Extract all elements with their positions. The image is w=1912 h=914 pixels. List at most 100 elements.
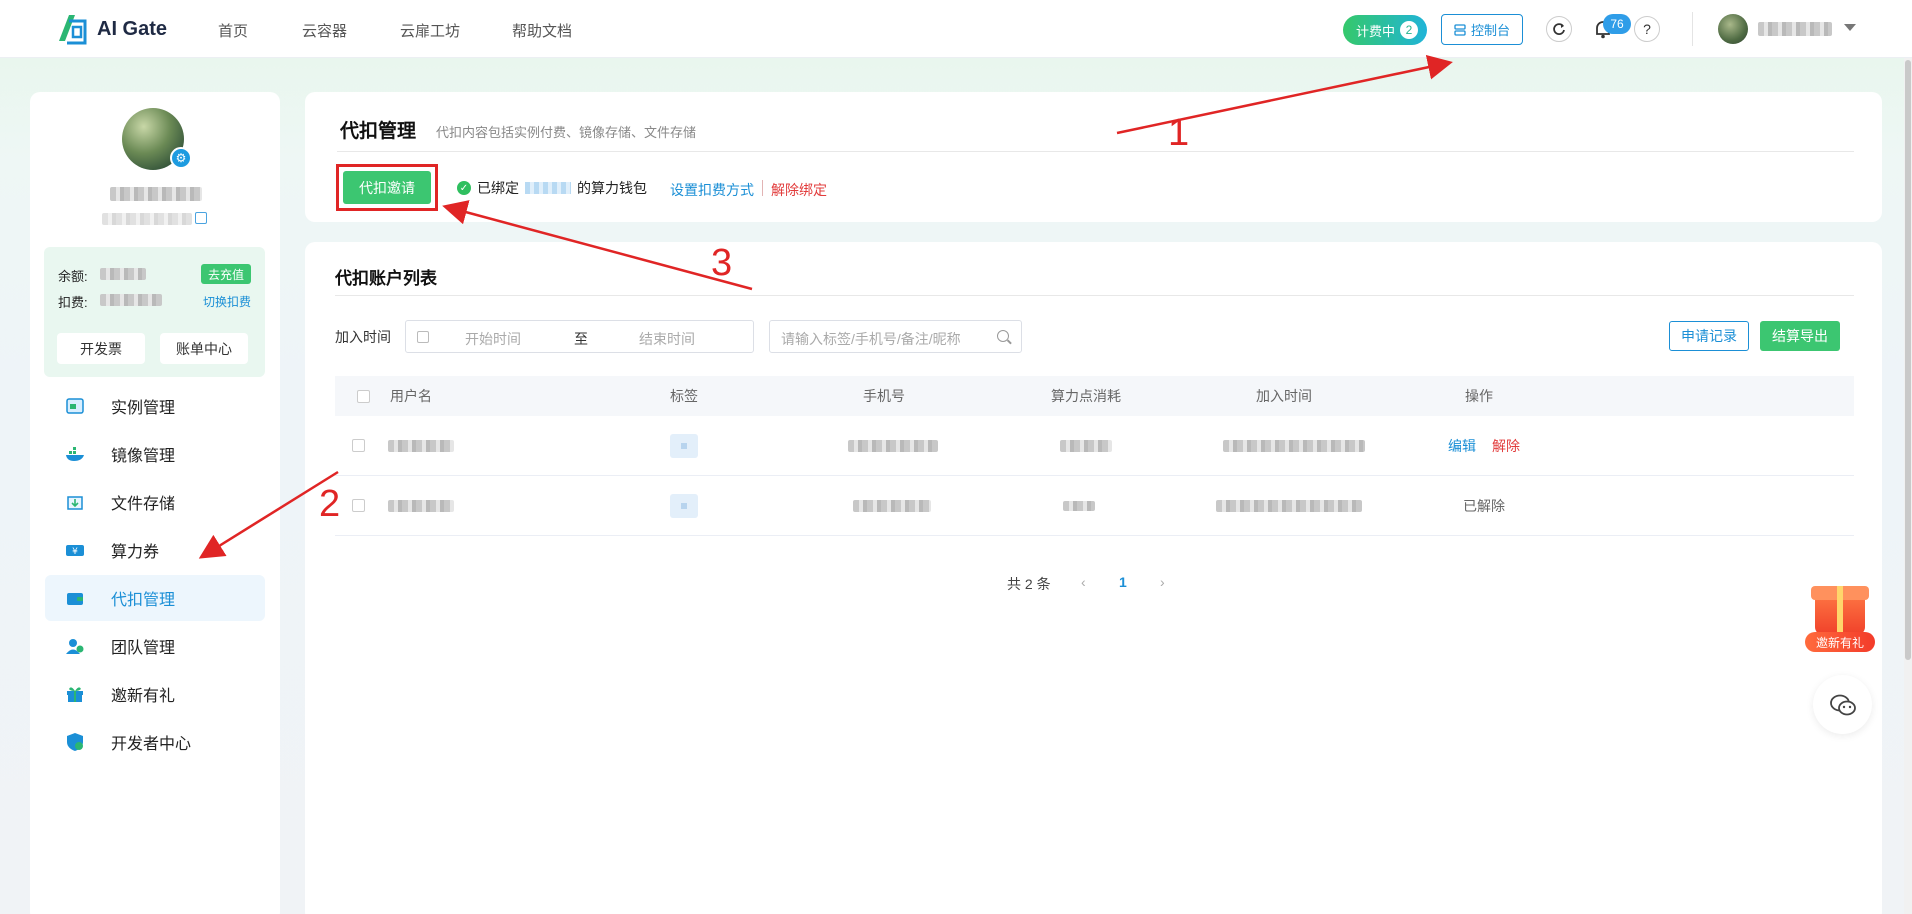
console-button[interactable]: 控制台 — [1441, 14, 1523, 45]
col-join-time: 加入时间 — [1256, 388, 1312, 404]
phone-blurred — [853, 499, 931, 512]
divider — [335, 295, 1854, 296]
profile-name-blurred — [110, 187, 202, 201]
search-icon[interactable] — [997, 330, 1009, 342]
sidebar-item-file-storage[interactable]: 文件存储 — [45, 479, 265, 525]
search-placeholder: 请输入标签/手机号/备注/昵称 — [781, 331, 961, 347]
invite-gift-label: 邀新有礼 — [1805, 632, 1875, 652]
tag-chip[interactable] — [670, 433, 698, 458]
usage-blurred — [1060, 439, 1112, 452]
unbind-link[interactable]: 解除绑定 — [771, 180, 827, 200]
page-title: 代扣管理 — [340, 121, 417, 142]
row-checkbox[interactable] — [352, 499, 365, 512]
username-blurred[interactable] — [1758, 22, 1832, 36]
sidebar-item-team[interactable]: 团队管理 — [45, 623, 265, 669]
settings-gear-icon[interactable]: ⚙ — [170, 147, 192, 169]
help-glyph: ? — [1643, 21, 1651, 37]
table-header: 用户名 标签 手机号 算力点消耗 加入时间 操作 — [335, 376, 1854, 416]
sidebar-item-label: 镜像管理 — [111, 448, 176, 465]
top-navigation-bar: AI Gate 首页 云容器 云扉工坊 帮助文档 计费中 2 控制台 76 ? — [0, 0, 1912, 58]
withholding-header-card: 代扣管理 代扣内容包括实例付费、镜像存储、文件存储 代扣邀请 ✓ 已绑定 的算力… — [305, 92, 1882, 222]
balance-label: 余额: — [58, 269, 88, 284]
server-icon — [1454, 23, 1466, 36]
sidebar-item-label: 开发者中心 — [111, 736, 192, 753]
col-actions: 操作 — [1465, 388, 1493, 404]
col-tag: 标签 — [670, 388, 698, 404]
wechat-chat-button[interactable] — [1813, 675, 1872, 734]
gift-ribbon — [1837, 586, 1843, 635]
console-label: 控制台 — [1470, 23, 1510, 38]
annotation-number-1: 1 — [1168, 112, 1190, 154]
invoice-button[interactable]: 开发票 — [57, 333, 145, 364]
nav-home[interactable]: 首页 — [218, 20, 248, 41]
switch-deduct-link[interactable]: 切换扣费 — [203, 293, 251, 310]
end-time-placeholder[interactable]: 结束时间 — [639, 329, 695, 349]
sidebar-item-invite-gift[interactable]: 邀新有礼 — [45, 671, 265, 717]
sidebar-item-developer[interactable]: 开发者中心 — [45, 719, 265, 765]
billing-status-pill[interactable]: 计费中 2 — [1343, 15, 1427, 45]
bound-account-blurred — [525, 182, 571, 194]
sidebar-item-label: 邀新有礼 — [111, 688, 176, 705]
developer-shield-icon — [67, 733, 83, 751]
username-blurred — [388, 439, 454, 452]
table-row: 已解除 — [335, 476, 1854, 536]
search-input[interactable]: 请输入标签/手机号/备注/昵称 — [769, 320, 1022, 353]
row-checkbox[interactable] — [352, 439, 365, 452]
tag-chip[interactable] — [670, 493, 698, 518]
balance-value-blurred — [100, 268, 146, 280]
select-all-checkbox[interactable] — [357, 389, 370, 403]
notification-count-badge: 76 — [1603, 14, 1631, 34]
apply-record-button[interactable]: 申请记录 — [1669, 321, 1749, 351]
date-range-picker[interactable]: 开始时间 至 结束时间 — [405, 320, 754, 353]
nav-help-docs[interactable]: 帮助文档 — [512, 20, 572, 41]
deduct-label: 扣费: — [58, 295, 88, 310]
sidebar-item-images[interactable]: 镜像管理 — [45, 431, 265, 477]
col-username: 用户名 — [390, 388, 432, 404]
col-phone: 手机号 — [863, 388, 905, 404]
sidebar-item-vouchers[interactable]: ¥ 算力券 — [45, 527, 265, 573]
bill-center-button[interactable]: 账单中心 — [160, 333, 248, 364]
gift-icon — [67, 687, 83, 702]
divider — [337, 151, 1854, 152]
start-time-placeholder[interactable]: 开始时间 — [465, 329, 521, 349]
help-icon[interactable]: ? — [1634, 16, 1660, 42]
page-number[interactable]: 1 — [1119, 574, 1127, 590]
join-time-blurred — [1223, 439, 1365, 452]
top-divider — [1692, 12, 1693, 46]
sidebar-item-label: 团队管理 — [111, 640, 176, 657]
annotation-number-2: 2 — [319, 483, 341, 525]
prev-page-icon[interactable]: ‹ — [1081, 574, 1086, 590]
range-separator: 至 — [574, 331, 588, 347]
refresh-icon[interactable] — [1546, 16, 1572, 42]
copy-icon[interactable] — [195, 212, 207, 224]
withholding-accounts-card: 代扣账户列表 加入时间 开始时间 至 结束时间 请输入标签/手机号/备注/昵称 … — [305, 242, 1882, 914]
pagination-total: 共 2 条 — [1007, 576, 1051, 592]
remove-link[interactable]: 解除 — [1492, 436, 1520, 456]
settlement-export-button[interactable]: 结算导出 — [1760, 321, 1840, 351]
set-deduct-method-link[interactable]: 设置扣费方式 — [670, 180, 754, 200]
docker-image-icon — [66, 447, 84, 461]
nav-cloud-container[interactable]: 云容器 — [302, 20, 347, 41]
sidebar-item-label: 文件存储 — [111, 496, 176, 513]
next-page-icon[interactable]: › — [1160, 574, 1165, 590]
invite-gift-float[interactable]: 邀新有礼 — [1805, 580, 1875, 652]
col-compute-usage: 算力点消耗 — [1051, 388, 1121, 404]
sidebar-item-instances[interactable]: 实例管理 — [45, 383, 265, 429]
join-time-label: 加入时间 — [335, 329, 391, 345]
deduct-value-blurred — [100, 294, 162, 306]
sidebar-item-label: 算力券 — [111, 544, 160, 561]
page-subtitle: 代扣内容包括实例付费、镜像存储、文件存储 — [436, 125, 697, 140]
recharge-button[interactable]: 去充值 — [201, 264, 251, 284]
edit-link[interactable]: 编辑 — [1448, 436, 1476, 456]
withholding-invite-button[interactable]: 代扣邀请 — [343, 171, 431, 204]
sidebar-item-label: 实例管理 — [111, 400, 176, 417]
file-storage-icon — [67, 496, 83, 510]
sidebar-item-withholding[interactable]: 代扣管理 — [45, 575, 265, 621]
page-scrollbar-thumb[interactable] — [1905, 60, 1911, 660]
brand-logo[interactable]: AI Gate — [55, 11, 167, 47]
check-circle-icon: ✓ — [457, 181, 471, 195]
annotation-highlight-box: 代扣邀请 — [336, 164, 438, 211]
nav-workshop[interactable]: 云扉工坊 — [400, 20, 460, 41]
chevron-down-icon[interactable] — [1844, 24, 1856, 31]
user-avatar[interactable] — [1718, 14, 1748, 44]
